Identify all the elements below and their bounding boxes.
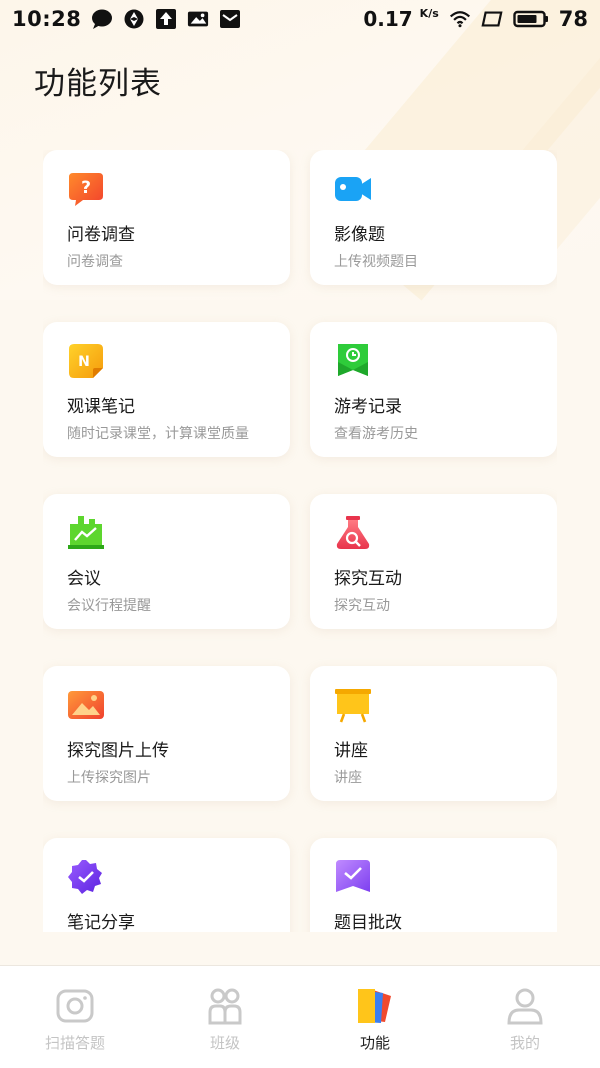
feature-card-video[interactable]: 影像题 上传视频题目 <box>310 150 557 285</box>
feature-card-lecture[interactable]: 讲座 讲座 <box>310 666 557 801</box>
feature-subtitle: 讲座 <box>334 770 362 786</box>
feature-card-questionnaire[interactable]: ? 问卷调查 问卷调查 <box>43 150 290 285</box>
feature-card-meeting[interactable]: 会议 会议行程提醒 <box>43 494 290 629</box>
notes-icon: N <box>69 344 103 378</box>
questionnaire-icon: ? <box>69 173 103 206</box>
class-icon <box>208 988 242 1025</box>
nav-item-class[interactable]: 班级 <box>150 966 300 1068</box>
tour-exam-icon <box>338 344 368 376</box>
svg-text:?: ? <box>81 178 91 198</box>
feature-card-note-share[interactable]: 笔记分享 <box>43 838 290 932</box>
feature-title: 游考记录 <box>334 397 402 417</box>
feature-subtitle: 上传探究图片 <box>67 770 151 786</box>
mail-icon <box>219 8 241 30</box>
network-speed: 0.17 K/s <box>363 7 439 31</box>
feature-subtitle: 探究互动 <box>334 598 390 614</box>
feature-card-tour-exam[interactable]: 游考记录 查看游考历史 <box>310 322 557 457</box>
status-time: 10:28 <box>12 7 82 31</box>
feature-card-inquiry[interactable]: 探究互动 探究互动 <box>310 494 557 629</box>
camera-icon <box>56 989 94 1023</box>
feature-title: 讲座 <box>334 741 368 761</box>
flask-icon <box>336 516 370 549</box>
screen-icon <box>481 8 503 30</box>
battery-icon <box>513 8 549 30</box>
nav-label: 功能 <box>359 1034 390 1052</box>
profile-icon <box>507 988 543 1025</box>
status-bar: 10:28 0.17 K/s 78 <box>0 0 600 38</box>
lecture-board-icon <box>335 689 371 723</box>
feature-title: 问卷调查 <box>67 225 135 245</box>
feature-subtitle: 问卷调查 <box>67 254 123 270</box>
feature-card-grading[interactable]: 题目批改 <box>310 838 557 932</box>
feature-subtitle: 上传视频题目 <box>334 254 418 270</box>
feature-list: ? 问卷调查 问卷调查 影像题 上传视频题目 N 观课笔记 随时记录课堂，计算课… <box>43 150 557 932</box>
feature-card-class-notes[interactable]: N 观课笔记 随时记录课堂，计算课堂质量 <box>43 322 290 457</box>
note-share-icon <box>68 860 102 894</box>
feature-card-image-upload[interactable]: 探究图片上传 上传探究图片 <box>43 666 290 801</box>
image-upload-icon <box>68 691 104 719</box>
chat-bubble-icon <box>91 8 113 30</box>
video-camera-icon <box>335 177 371 201</box>
upload-icon <box>155 8 177 30</box>
battery-level: 78 <box>558 7 588 31</box>
feature-title: 笔记分享 <box>67 913 135 932</box>
grading-icon <box>336 860 370 892</box>
image-notification-icon <box>187 8 209 30</box>
bottom-nav: 扫描答题 班级 功能 我的 <box>0 965 600 1068</box>
feature-subtitle: 查看游考历史 <box>334 426 418 442</box>
nav-label: 我的 <box>509 1034 540 1052</box>
meeting-icon <box>68 516 104 549</box>
feature-title: 会议 <box>67 569 101 589</box>
nav-item-profile[interactable]: 我的 <box>450 966 600 1068</box>
page-title: 功能列表 <box>34 66 162 102</box>
feature-title: 影像题 <box>334 225 385 245</box>
nav-item-functions[interactable]: 功能 <box>300 966 450 1068</box>
nav-label: 班级 <box>209 1034 240 1052</box>
feature-subtitle: 会议行程提醒 <box>67 598 151 614</box>
feature-title: 探究互动 <box>334 569 402 589</box>
wifi-icon <box>449 8 471 30</box>
feature-title: 题目批改 <box>334 913 402 932</box>
nav-label: 扫描答题 <box>44 1034 105 1052</box>
feature-title: 观课笔记 <box>67 397 135 417</box>
sync-icon <box>123 8 145 30</box>
feature-title: 探究图片上传 <box>67 741 169 761</box>
nav-item-scan[interactable]: 扫描答题 <box>0 966 150 1068</box>
feature-subtitle: 随时记录课堂，计算课堂质量 <box>67 426 249 442</box>
functions-icon <box>358 989 391 1023</box>
svg-text:N: N <box>78 354 90 370</box>
